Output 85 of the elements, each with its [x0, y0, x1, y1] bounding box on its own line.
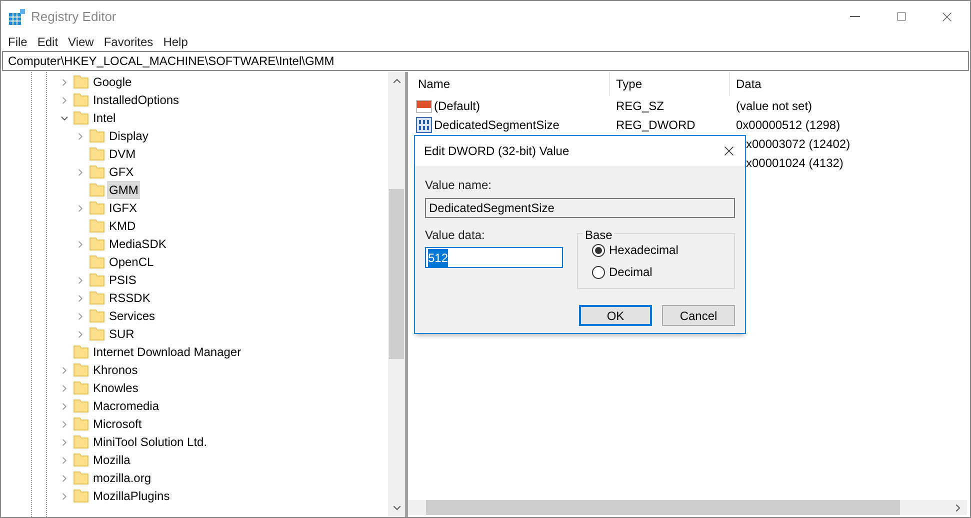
value-data: 0x00000512 (1298): [736, 118, 840, 132]
tree-item[interactable]: Knowles: [91, 379, 140, 397]
tree-item[interactable]: Microsoft: [91, 415, 144, 433]
value-type: REG_DWORD: [616, 118, 696, 132]
tree-item[interactable]: KMD: [107, 217, 138, 235]
ok-button[interactable]: OK: [579, 305, 652, 326]
tree-item[interactable]: RSSDK: [107, 289, 152, 307]
folder-icon: [89, 147, 105, 161]
field-label: Value name:: [425, 177, 492, 194]
tree-item[interactable]: Internet Download Manager: [91, 343, 244, 361]
tree-item[interactable]: GFX: [107, 163, 136, 181]
tree-item[interactable]: MozillaPlugins: [91, 487, 172, 505]
tree-item[interactable]: mozilla.org: [91, 469, 154, 487]
tree-item[interactable]: SUR: [107, 325, 136, 343]
folder-icon: [73, 453, 89, 467]
tree-item[interactable]: MediaSDK: [107, 235, 168, 253]
tree-item[interactable]: InstalledOptions: [91, 91, 182, 109]
folder-icon: [73, 471, 89, 485]
radio-button[interactable]: [592, 266, 605, 278]
folder-icon: [89, 327, 105, 341]
folder-icon: [89, 309, 105, 323]
tree-item[interactable]: Intel: [91, 109, 118, 127]
column-header[interactable]: Type: [610, 72, 730, 96]
menu-item[interactable]: Edit: [32, 32, 64, 50]
folder-icon: [89, 291, 105, 305]
column-header[interactable]: Data: [730, 72, 970, 96]
menu-item[interactable]: Help: [158, 32, 193, 50]
value-name[interactable]: DedicatedSegmentSize: [434, 116, 560, 134]
folder-icon: [73, 381, 89, 395]
address-bar[interactable]: Computer\HKEY_LOCAL_MACHINE\SOFTWARE\Intel\GMM: [2, 51, 969, 71]
folder-icon: [89, 201, 105, 215]
folder-icon: [89, 255, 105, 269]
binary-value-icon: [416, 116, 432, 132]
radio-label[interactable]: Decimal: [609, 263, 652, 281]
value-data: (value not set): [736, 98, 812, 112]
field-label: Value data:: [425, 227, 486, 244]
scroll-thumb[interactable]: [389, 189, 404, 359]
tree-item[interactable]: PSIS: [107, 271, 138, 289]
folder-icon: [73, 363, 89, 377]
menu-item[interactable]: Favorites: [98, 32, 158, 50]
dialog-title: Edit DWORD (32-bit) Value: [424, 143, 570, 160]
tree-item[interactable]: Display: [107, 127, 150, 145]
tree-item[interactable]: Khronos: [91, 361, 140, 379]
value-name[interactable]: (Default): [434, 96, 480, 114]
value-data: x00001024 (4132): [746, 156, 844, 170]
input-field[interactable]: 512: [425, 247, 563, 268]
folder-icon: [89, 219, 105, 233]
text-value-icon: [416, 98, 432, 114]
value-data: x00003072 (12402): [746, 136, 850, 150]
input-field[interactable]: DedicatedSegmentSize: [425, 198, 735, 218]
minimize-icon: [850, 16, 860, 17]
radio-label[interactable]: Hexadecimal: [609, 241, 678, 259]
tree-item[interactable]: Mozilla: [91, 451, 132, 469]
folder-icon: [89, 237, 105, 251]
tree-item[interactable]: GMM: [107, 181, 140, 199]
folder-icon: [89, 165, 105, 179]
registry-icon: [9, 8, 25, 24]
folder-icon: [73, 435, 89, 449]
folder-icon: [73, 417, 89, 431]
folder-icon: [73, 111, 89, 125]
tree-item[interactable]: Macromedia: [91, 397, 162, 415]
cancel-button[interactable]: Cancel: [662, 305, 735, 326]
tree-item[interactable]: MiniTool Solution Ltd.: [91, 433, 210, 451]
menu-item[interactable]: File: [3, 32, 32, 50]
column-header[interactable]: Name: [408, 72, 610, 96]
menu-item[interactable]: View: [63, 32, 99, 50]
tree-item[interactable]: IGFX: [107, 199, 140, 217]
folder-icon: [89, 273, 105, 287]
window-title: Registry Editor: [31, 8, 116, 26]
scroll-thumb[interactable]: [426, 500, 900, 515]
folder-icon: [73, 345, 89, 359]
folder-icon: [89, 183, 105, 197]
tree-item[interactable]: OpenCL: [107, 253, 156, 271]
tree-item[interactable]: Google: [91, 73, 134, 91]
folder-icon: [89, 129, 105, 143]
tree-item[interactable]: Services: [107, 307, 158, 325]
folder-icon: [73, 399, 89, 413]
scrollbar[interactable]: [388, 72, 405, 517]
maximize-icon: [896, 11, 906, 22]
radio-button[interactable]: [592, 244, 605, 256]
folder-icon: [73, 489, 89, 503]
folder-icon: [73, 75, 89, 89]
tree-item[interactable]: DVM: [107, 145, 138, 163]
value-type: REG_SZ: [616, 98, 664, 112]
folder-icon: [73, 93, 89, 107]
